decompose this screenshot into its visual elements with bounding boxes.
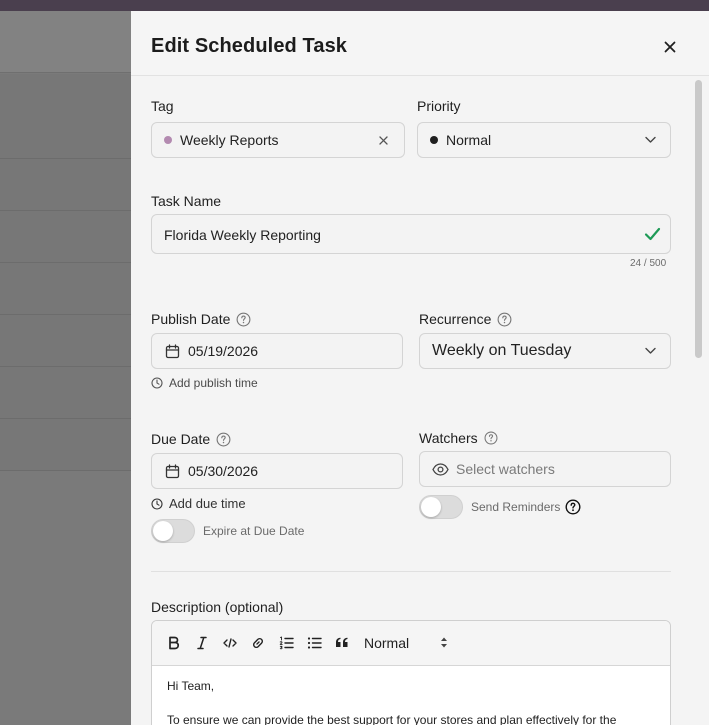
send-reminders-toggle[interactable] [419,495,463,519]
background-row [0,211,131,263]
edit-task-modal: Edit Scheduled Task Tag Weekly Reports P… [131,11,709,725]
link-button[interactable] [248,633,268,653]
question-circle-icon[interactable] [565,499,581,515]
italic-icon [197,636,207,650]
send-reminders-label: Send Reminders [471,500,561,514]
task-name-value: Florida Weekly Reporting [164,227,321,243]
watchers-label-text: Watchers [419,430,478,446]
due-date-label-text: Due Date [151,431,211,447]
up-down-chevron-icon [441,637,447,648]
recurrence-label: Recurrence [419,311,512,327]
priority-select[interactable]: Normal [417,122,671,158]
due-date-label: Due Date [151,431,231,447]
calendar-icon [165,464,180,479]
question-circle-icon[interactable] [216,432,231,447]
background-row [0,74,131,159]
editor-paragraph: To ensure we can provide the best suppor… [167,713,617,725]
link-icon [252,637,264,649]
close-button[interactable] [659,36,681,58]
question-circle-icon[interactable] [484,431,498,445]
priority-value: Normal [446,132,492,148]
priority-label-text: Priority [417,98,461,114]
watchers-select[interactable]: Select watchers [419,451,671,487]
add-due-time-button[interactable]: Add due time [151,496,246,511]
bold-button[interactable] [164,633,184,653]
tag-label-text: Tag [151,98,174,114]
editor-paragraph: Hi Team, [167,679,215,693]
watchers-placeholder: Select watchers [456,461,555,477]
priority-label: Priority [417,98,461,114]
publish-date-value: 05/19/2026 [188,343,259,359]
recurrence-value: Weekly on Tuesday [432,342,572,359]
scrollbar-thumb[interactable] [695,80,702,358]
text-format-select[interactable]: Normal [364,633,454,653]
background-row [0,315,131,367]
expire-at-due-date-label: Expire at Due Date [203,524,305,538]
background-row [0,159,131,211]
modal-title: Edit Scheduled Task [151,35,348,57]
clear-tag-icon[interactable] [379,136,388,145]
quote-icon [336,637,348,647]
background-header [0,11,131,73]
background-row [0,419,131,471]
task-name-label: Task Name [151,193,221,209]
publish-date-label-text: Publish Date [151,311,231,327]
calendar-icon [165,344,180,359]
code-button[interactable] [220,633,240,653]
modal-scrollbar[interactable] [691,76,709,725]
publish-date-input[interactable]: 05/19/2026 [151,333,403,369]
modal-header: Edit Scheduled Task [131,11,709,76]
add-due-time-label: Add due time [169,496,246,511]
tag-color-dot [164,136,172,144]
recurrence-label-text: Recurrence [419,311,492,327]
task-name-input[interactable]: Florida Weekly Reporting [151,214,671,254]
code-icon [223,638,237,648]
tag-label: Tag [151,98,174,114]
tag-select[interactable]: Weekly Reports [151,122,405,158]
description-editor[interactable]: Normal Hi Team, To ensure we can provide… [151,620,671,725]
bullet-list-button[interactable] [304,633,324,653]
watchers-label: Watchers [419,430,498,446]
section-divider [151,571,671,572]
clock-icon [151,497,163,510]
bold-icon [169,636,180,650]
clock-icon [151,377,163,389]
text-format-value: Normal [364,635,410,651]
recurrence-select[interactable]: Weekly on Tuesday [419,333,671,369]
task-name-label-text: Task Name [151,193,222,209]
ordered-list-button[interactable] [276,633,296,653]
description-label: Description (optional) [151,599,283,615]
app-top-bar [0,0,709,11]
editor-content[interactable]: Hi Team, To ensure we can provide the be… [167,679,662,725]
tag-value: Weekly Reports [180,132,279,148]
ordered-list-icon [279,636,294,650]
eye-icon [432,463,449,476]
due-date-value: 05/30/2026 [188,463,259,479]
question-circle-icon[interactable] [497,312,512,327]
question-circle-icon[interactable] [236,312,251,327]
background-row [0,263,131,315]
background-page-overlay [0,11,131,725]
task-name-counter: 24 / 500 [630,258,667,269]
editor-toolbar: Normal [152,621,670,666]
check-icon [644,227,661,241]
chevron-down-icon [645,136,656,143]
add-publish-time-label: Add publish time [169,376,258,390]
italic-button[interactable] [192,633,212,653]
quote-button[interactable] [332,633,352,653]
bullet-list-icon [307,637,322,649]
due-date-input[interactable]: 05/30/2026 [151,453,403,489]
add-publish-time-button[interactable]: Add publish time [151,376,258,390]
toggle-knob [153,521,173,541]
priority-dot [430,136,438,144]
close-icon [664,41,676,53]
background-row [0,367,131,419]
chevron-down-icon [645,347,656,354]
expire-at-due-date-toggle[interactable] [151,519,195,543]
publish-date-label: Publish Date [151,311,251,327]
description-label-text: Description (optional) [151,599,284,615]
toggle-knob [421,497,441,517]
